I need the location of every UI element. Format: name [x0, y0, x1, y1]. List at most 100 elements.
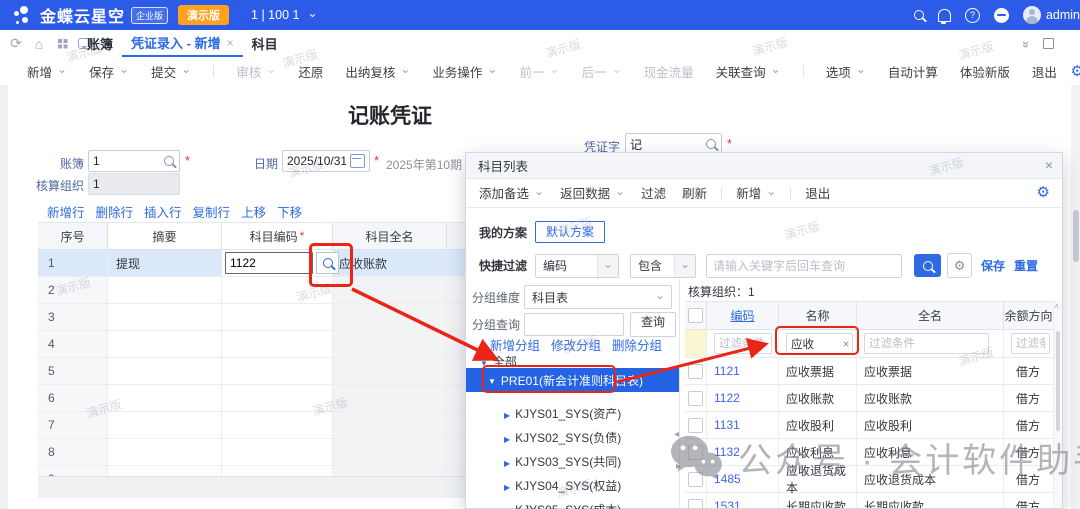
account-code[interactable]: 1132: [707, 439, 779, 465]
voucher-word-input[interactable]: [626, 137, 706, 151]
close-icon[interactable]: ×: [1045, 157, 1053, 173]
tree-node-cost[interactable]: KJYS05_SYS(成本): [504, 501, 621, 509]
book-field[interactable]: [88, 150, 180, 172]
dialog-scrollbar[interactable]: ∧: [1053, 301, 1062, 508]
apps-grid-icon[interactable]: [58, 39, 67, 48]
account-code[interactable]: 1131: [707, 412, 779, 438]
row-checkbox[interactable]: [688, 472, 703, 487]
insert-row-link[interactable]: 插入行: [144, 202, 182, 221]
summary-cell[interactable]: [108, 331, 222, 357]
scrollbar-thumb[interactable]: [1056, 331, 1060, 431]
new-button[interactable]: 新增: [27, 62, 67, 81]
delete-group-link[interactable]: 删除分组: [612, 335, 662, 354]
account-code-cell[interactable]: [222, 331, 333, 357]
business-ops-button[interactable]: 业务操作: [432, 62, 497, 81]
filter-field-select[interactable]: 编码: [535, 254, 619, 278]
edit-group-link[interactable]: 修改分组: [551, 335, 601, 354]
scroll-up-icon[interactable]: ∧: [1054, 303, 1059, 310]
lookup-icon[interactable]: [164, 156, 174, 166]
new-account-button[interactable]: 新增: [736, 183, 776, 202]
account-row-1122[interactable]: 1122 应收账款 应收账款 借方: [685, 385, 1054, 412]
tree-node-common[interactable]: KJYS03_SYS(共同): [504, 453, 621, 470]
reset-plan-link[interactable]: 重置: [1014, 257, 1038, 274]
account-code[interactable]: 1122: [707, 385, 779, 411]
add-row-link[interactable]: 新增行: [47, 202, 85, 221]
search-icon[interactable]: [914, 10, 924, 20]
gear-icon[interactable]: ⚙: [1071, 64, 1080, 79]
filter-button[interactable]: 过滤: [641, 183, 666, 202]
service-icon[interactable]: [994, 8, 1009, 23]
window-scrollbar[interactable]: [1071, 85, 1080, 509]
collapse-panel-icon[interactable]: ◂: [674, 429, 679, 440]
tree-node-selected[interactable]: PRE01(新会计准则科目表): [466, 368, 679, 392]
date-input[interactable]: [283, 154, 350, 168]
move-down-link[interactable]: 下移: [277, 202, 302, 221]
account-row-1531[interactable]: 1531 长期应收款 长期应收款 借方: [685, 493, 1054, 508]
sync-icon[interactable]: ⟳: [8, 35, 24, 52]
move-up-link[interactable]: 上移: [241, 202, 266, 221]
summary-cell[interactable]: [108, 277, 222, 303]
tab-subject[interactable]: 科目: [243, 30, 287, 57]
gear-icon[interactable]: ⚙: [1037, 185, 1050, 200]
search-button[interactable]: [914, 254, 941, 277]
restore-button[interactable]: 还原: [298, 62, 323, 81]
scrollbar-thumb[interactable]: [1073, 210, 1079, 262]
related-query-button[interactable]: 关联查询: [716, 62, 781, 81]
date-field[interactable]: [282, 150, 370, 172]
account-code-cell[interactable]: [222, 304, 333, 330]
refresh-button[interactable]: 刷新: [682, 183, 707, 202]
account-code-input[interactable]: [225, 252, 313, 274]
home-icon[interactable]: ⌂: [31, 36, 47, 52]
delete-row-link[interactable]: 删除行: [96, 202, 134, 221]
account-code-cell[interactable]: [222, 439, 333, 465]
summary-cell[interactable]: [108, 304, 222, 330]
account-row-1121[interactable]: 1121 应收票据 应收票据 借方: [685, 358, 1054, 385]
select-all-checkbox[interactable]: [688, 308, 703, 323]
notifications-icon[interactable]: [938, 9, 951, 22]
collapse-tabs-icon[interactable]: »: [1019, 41, 1034, 46]
query-button[interactable]: 查询: [630, 312, 676, 337]
keyword-input[interactable]: [706, 254, 902, 278]
direction-filter-input[interactable]: [1011, 333, 1050, 354]
tree-node-liabilities[interactable]: KJYS02_SYS(负债): [504, 429, 621, 446]
account-code[interactable]: 1485: [707, 466, 779, 492]
account-row-1131[interactable]: 1131 应收股利 应收股利 借方: [685, 412, 1054, 439]
summary-cell[interactable]: [108, 412, 222, 438]
return-data-button[interactable]: 返回数据: [560, 183, 625, 202]
row-checkbox[interactable]: [688, 499, 703, 509]
filter-settings-button[interactable]: ⚙: [947, 253, 972, 278]
expand-window-icon[interactable]: [1043, 38, 1054, 49]
fullname-filter-input[interactable]: [864, 333, 989, 354]
exit-dialog-button[interactable]: 退出: [805, 183, 830, 202]
clear-icon[interactable]: ×: [842, 337, 849, 351]
expand-panel-icon[interactable]: ▸: [676, 461, 681, 472]
add-group-link[interactable]: 新增分组: [490, 335, 540, 354]
row-checkbox[interactable]: [688, 391, 703, 406]
save-plan-link[interactable]: 保存: [981, 257, 1005, 274]
options-button[interactable]: 选项: [826, 62, 866, 81]
auto-calc-button[interactable]: 自动计算: [888, 62, 938, 81]
account-code-cell[interactable]: [222, 250, 333, 276]
help-icon[interactable]: [965, 8, 980, 23]
account-row-1132[interactable]: 1132 应收利息 应收利息 借方: [685, 439, 1054, 466]
account-row-1485[interactable]: 1485 应收退货成本 应收退货成本 借方: [685, 466, 1054, 493]
tab-voucher-entry[interactable]: 凭证录入 - 新增 ×: [122, 30, 243, 57]
summary-cell[interactable]: [108, 358, 222, 384]
close-tab-icon[interactable]: ×: [227, 36, 234, 50]
cashier-review-button[interactable]: 出纳复核: [345, 62, 410, 81]
summary-cell[interactable]: [108, 439, 222, 465]
copy-row-link[interactable]: 复制行: [193, 202, 231, 221]
account-code-cell[interactable]: [222, 358, 333, 384]
group-dim-select[interactable]: 科目表: [524, 285, 672, 309]
account-code[interactable]: 1531: [707, 493, 779, 508]
row-checkbox[interactable]: [688, 364, 703, 379]
row-checkbox[interactable]: [688, 445, 703, 460]
exit-button[interactable]: 退出: [1032, 62, 1057, 81]
book-input[interactable]: [89, 154, 164, 168]
account-code-cell[interactable]: [222, 385, 333, 411]
tree-node-equity[interactable]: KJYS04_SYS(权益): [504, 477, 621, 494]
account-code-cell[interactable]: [222, 277, 333, 303]
avatar[interactable]: [1023, 6, 1041, 24]
tree-node-assets[interactable]: KJYS01_SYS(资产): [504, 405, 621, 422]
dialog-title-bar[interactable]: 科目列表 ×: [466, 153, 1062, 179]
